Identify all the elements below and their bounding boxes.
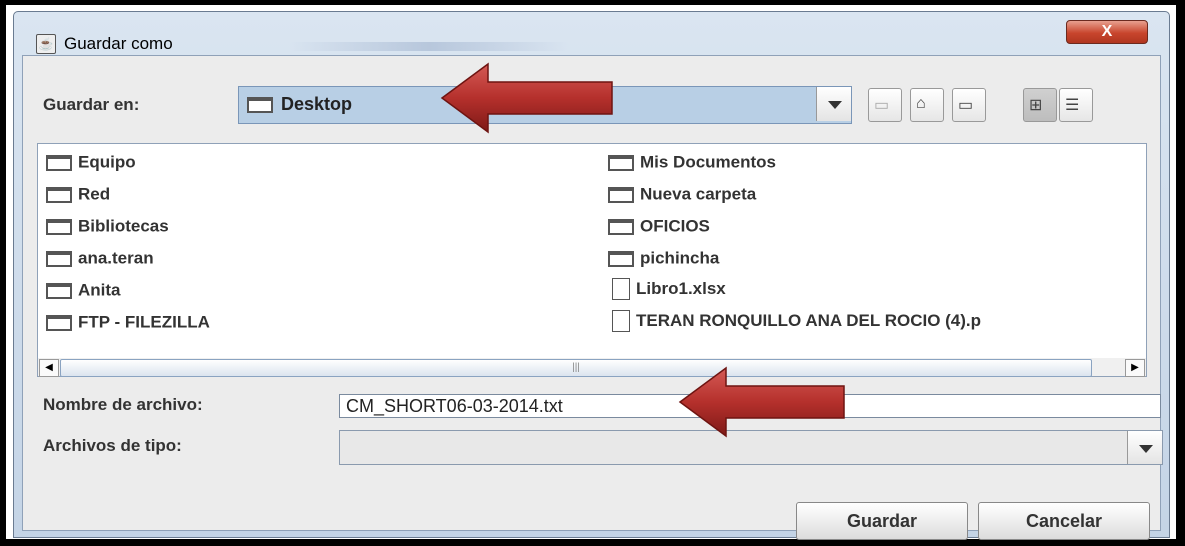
horizontal-scrollbar[interactable]: ◀ ||| ▶: [37, 358, 1147, 377]
file-name-label: Nombre de archivo:: [43, 395, 203, 414]
cancel-button[interactable]: Cancelar: [978, 502, 1150, 540]
chevron-down-icon: [828, 101, 842, 109]
list-item[interactable]: Bibliotecas: [46, 216, 169, 240]
folder-icon: [46, 250, 72, 267]
folder-icon: [46, 282, 72, 299]
new-folder-button[interactable]: ▭: [952, 88, 986, 122]
title-bar: ☕ Guardar como X: [14, 12, 1169, 56]
list-item[interactable]: Anita: [46, 280, 121, 304]
red-arrow-annotation-bottom: [678, 366, 845, 438]
file-list: Equipo Red Bibliotecas ana.teran Anita F…: [37, 143, 1147, 360]
window-title: Guardar como: [64, 34, 173, 53]
folder-icon: [46, 314, 72, 331]
look-in-value: Desktop: [281, 94, 353, 114]
look-in-label: Guardar en:: [43, 95, 140, 114]
scroll-right-button[interactable]: ▶: [1125, 359, 1145, 377]
list-item[interactable]: pichincha: [608, 248, 719, 272]
up-folder-button[interactable]: ▭: [868, 88, 902, 122]
folder-icon: [46, 218, 72, 235]
list-view-icon: ⊞: [1029, 97, 1043, 114]
file-type-label: Archivos de tipo:: [43, 436, 182, 455]
list-item[interactable]: FTP - FILEZILLA: [46, 312, 210, 336]
look-in-dropdown-button[interactable]: [816, 87, 851, 121]
list-item[interactable]: Libro1.xlsx: [612, 278, 726, 302]
scroll-thumb[interactable]: |||: [60, 359, 1092, 377]
list-item[interactable]: Equipo: [46, 152, 136, 176]
folder-icon: [608, 154, 634, 171]
folder-icon: [46, 186, 72, 203]
file-type-dropdown-button[interactable]: [1127, 431, 1162, 464]
folder-icon: [46, 154, 72, 171]
list-item[interactable]: Mis Documentos: [608, 152, 776, 176]
details-view-button[interactable]: ☰: [1059, 88, 1093, 122]
home-button[interactable]: ⌂: [910, 88, 944, 122]
file-icon: [612, 278, 630, 300]
folder-icon: [247, 97, 273, 113]
java-icon: ☕: [36, 34, 56, 54]
details-view-icon: ☰: [1065, 97, 1080, 114]
list-item[interactable]: TERAN RONQUILLO ANA DEL ROCIO (4).p: [612, 310, 1144, 334]
save-button[interactable]: Guardar: [796, 502, 968, 540]
folder-icon: [608, 218, 634, 235]
list-item[interactable]: Nueva carpeta: [608, 184, 756, 208]
up-folder-icon: ▭: [874, 97, 890, 114]
red-arrow-annotation-top: [440, 62, 613, 134]
list-item[interactable]: Red: [46, 184, 110, 208]
scroll-left-button[interactable]: ◀: [39, 359, 59, 377]
close-button[interactable]: X: [1066, 20, 1148, 44]
list-view-button[interactable]: ⊞: [1023, 88, 1057, 122]
chevron-down-icon: [1139, 445, 1153, 453]
blurred-title-overlay: [289, 42, 569, 51]
new-folder-icon: ▭: [958, 97, 974, 114]
home-icon: ⌂: [916, 95, 926, 112]
file-icon: [612, 310, 630, 332]
list-item[interactable]: ana.teran: [46, 248, 154, 272]
folder-icon: [608, 186, 634, 203]
folder-icon: [608, 250, 634, 267]
list-item[interactable]: OFICIOS: [608, 216, 710, 240]
